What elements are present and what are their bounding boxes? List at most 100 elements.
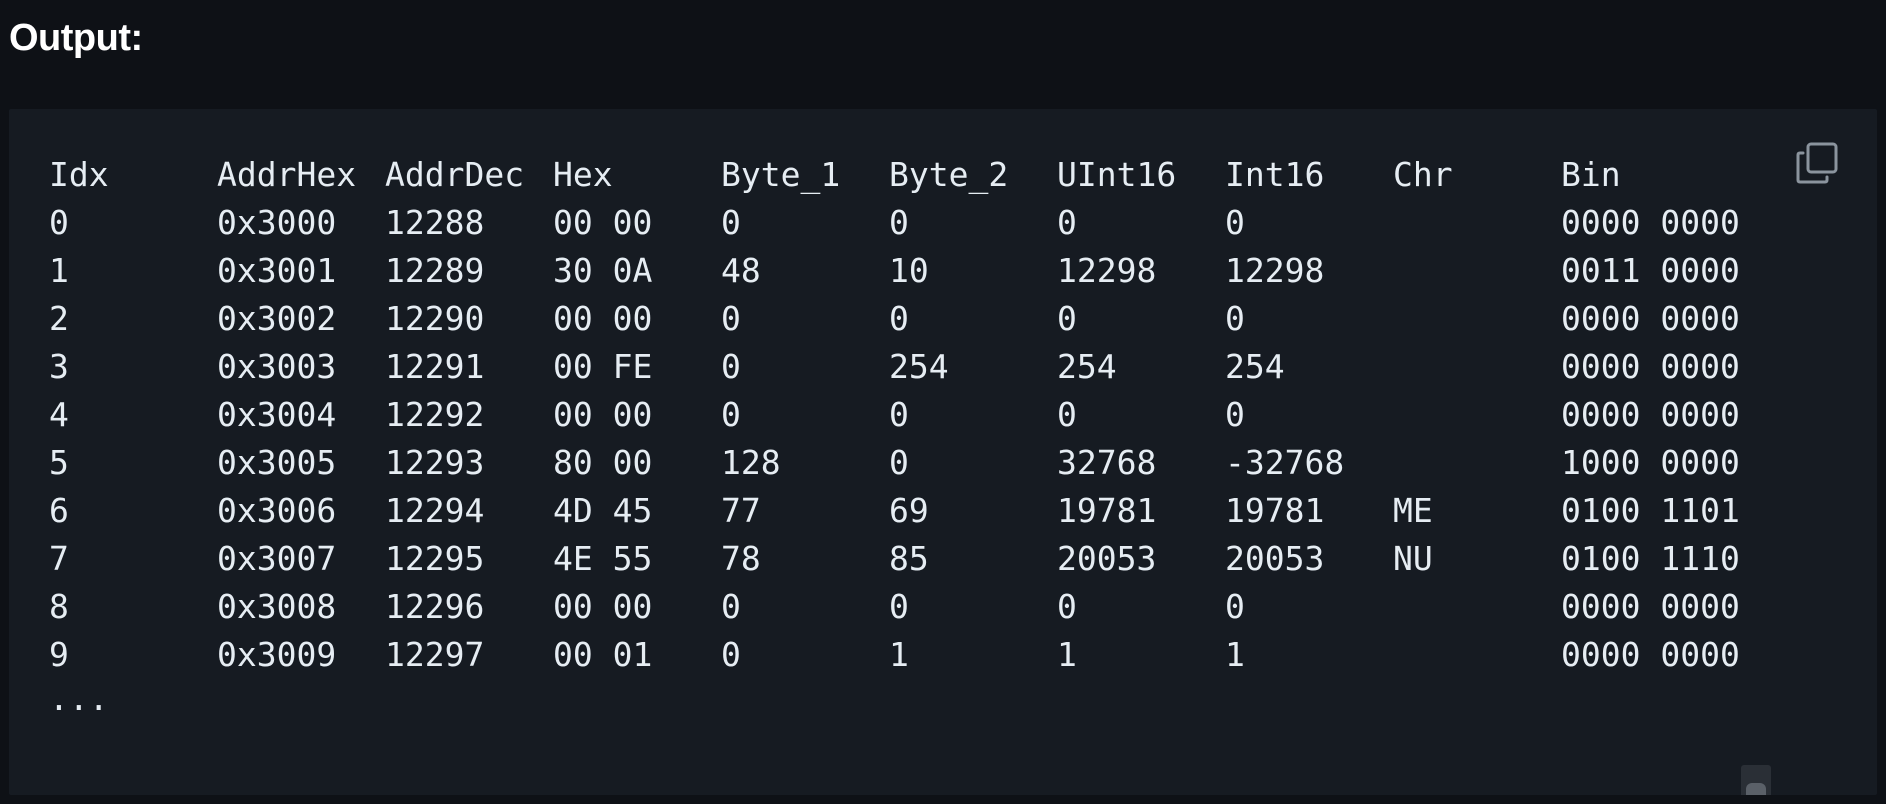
table-cell: 254 [889, 347, 949, 386]
table-cell: 8 [49, 587, 69, 626]
table-cell: 0 [889, 203, 909, 242]
table-row: 9 0x3009 12297 00 01 0 1 1 1 0000 0000 [49, 631, 1781, 679]
table-cell: 1 [1057, 635, 1077, 674]
table-cell: 0x3008 [217, 587, 337, 626]
column-header: AddrDec [385, 155, 525, 194]
table-cell: 3 [49, 347, 69, 386]
column-header: Bin [1561, 155, 1621, 194]
table-cell [1393, 391, 1561, 439]
table-cell: 12298 [1225, 251, 1325, 290]
table-row: 4 0x3004 12292 00 00 0 0 0 0 0000 0000 [49, 391, 1781, 439]
table-cell: 9 [49, 635, 69, 674]
table-cell: 32768 [1057, 443, 1157, 482]
table-cell: 12291 [385, 347, 485, 386]
table-cell: 12292 [385, 395, 485, 434]
table-cell: 19781 [1225, 491, 1325, 530]
copy-button[interactable] [1795, 141, 1839, 185]
table-row: 1 0x3001 12289 30 0A 48 10 12298 12298 0011 0000 [49, 247, 1781, 295]
table-cell: 80 00 [553, 443, 653, 482]
table-cell [1393, 631, 1561, 679]
column-header: Byte_2 [889, 155, 1009, 194]
column-header: AddrHex [217, 155, 357, 194]
column-header: Idx [49, 155, 109, 194]
table-cell: 1 [49, 251, 69, 290]
table-cell: 0 [1225, 203, 1245, 242]
table-cell: 0x3001 [217, 251, 337, 290]
table-row: 7 0x3007 12295 4E 55 78 85 20053 20053 NU 0100 11… [49, 535, 1781, 583]
table-cell: 2 [49, 299, 69, 338]
table-cell: 12295 [385, 539, 485, 578]
table-cell: 0x3003 [217, 347, 337, 386]
table-header-row: Idx AddrHex AddrDec Hex Byte_1 Byte_2 UInt16 In… [49, 151, 1781, 199]
table-cell: 0100 1101 [1561, 491, 1740, 530]
table-cell: 0 [1057, 203, 1077, 242]
table-cell: 0 [49, 203, 69, 242]
table-row: 6 0x3006 12294 4D 45 77 69 19781 19781 ME 0100 11… [49, 487, 1781, 535]
table-cell: 0 [1057, 587, 1077, 626]
table-cell: 0x3009 [217, 635, 337, 674]
table-cell [1393, 583, 1561, 631]
table-cell: 0000 0000 [1561, 347, 1740, 386]
table-cell: 4D 45 [553, 491, 653, 530]
table-cell: 19781 [1057, 491, 1157, 530]
table-cell: 20053 [1225, 539, 1325, 578]
table-cell: 0000 0000 [1561, 395, 1740, 434]
table-cell: 12298 [1057, 251, 1157, 290]
table-cell: 00 00 [553, 395, 653, 434]
column-header: Int16 [1225, 155, 1325, 194]
table-cell: 0x3004 [217, 395, 337, 434]
table-cell: 0 [1057, 395, 1077, 434]
table-cell: 0x3007 [217, 539, 337, 578]
table-cell: 12297 [385, 635, 485, 674]
table-cell: 12288 [385, 203, 485, 242]
table-cell: 0011 0000 [1561, 251, 1740, 290]
table-cell: 12289 [385, 251, 485, 290]
column-header: UInt16 [1057, 155, 1177, 194]
table-cell: 0000 0000 [1561, 203, 1740, 242]
table-cell: 4E 55 [553, 539, 653, 578]
table-cell: 0 [889, 587, 909, 626]
table-cell: 00 FE [553, 347, 653, 386]
table-cell: 12294 [385, 491, 485, 530]
table-cell [1393, 295, 1561, 343]
table-cell: 0x3005 [217, 443, 337, 482]
table-cell: 12293 [385, 443, 485, 482]
output-table: Idx AddrHex AddrDec Hex Byte_1 Byte_2 UInt16 In… [49, 151, 1781, 727]
table-cell: 0 [721, 587, 741, 626]
table-row: 8 0x3008 12296 00 00 0 0 0 0 0000 0000 [49, 583, 1781, 631]
table-cell: 0000 0000 [1561, 587, 1740, 626]
output-heading: Output: [9, 17, 143, 59]
table-cell: 0 [889, 443, 909, 482]
table-cell: 0 [1057, 299, 1077, 338]
table-cell: 0 [1225, 587, 1245, 626]
table-cell: 7 [49, 539, 69, 578]
table-cell: 0 [721, 347, 741, 386]
table-cell: 0x3002 [217, 299, 337, 338]
table-cell: 85 [889, 539, 929, 578]
table-cell: 0 [721, 299, 741, 338]
table-cell: 0x3006 [217, 491, 337, 530]
table-row: 5 0x3005 12293 80 00 128 0 32768 -32768 1000 000… [49, 439, 1781, 487]
table-cell: 0 [721, 635, 741, 674]
table-cell: 1 [1225, 635, 1245, 674]
table-cell [1393, 199, 1561, 247]
table-cell: ME [1393, 491, 1433, 530]
table-cell: NU [1393, 539, 1433, 578]
table-row: 3 0x3003 12291 00 FE 0 254 254 254 0000 0000 [49, 343, 1781, 391]
table-cell: 0 [1225, 299, 1245, 338]
table-cell: 00 00 [553, 203, 653, 242]
table-cell: 1 [889, 635, 909, 674]
scrollbar-grip [1746, 783, 1766, 795]
table-cell: 10 [889, 251, 929, 290]
table-cell: 0 [721, 203, 741, 242]
table-cell: 1000 0000 [1561, 443, 1740, 482]
table-row: 2 0x3002 12290 00 00 0 0 0 0 0000 0000 [49, 295, 1781, 343]
scrollbar-thumb[interactable] [1741, 765, 1771, 795]
table-cell: 0000 0000 [1561, 635, 1740, 674]
table-cell [1393, 343, 1561, 391]
table-cell: -32768 [1225, 443, 1345, 482]
table-cell [1393, 247, 1561, 295]
copy-icon [1796, 142, 1838, 184]
table-cell: 4 [49, 395, 69, 434]
table-cell: 0000 0000 [1561, 299, 1740, 338]
